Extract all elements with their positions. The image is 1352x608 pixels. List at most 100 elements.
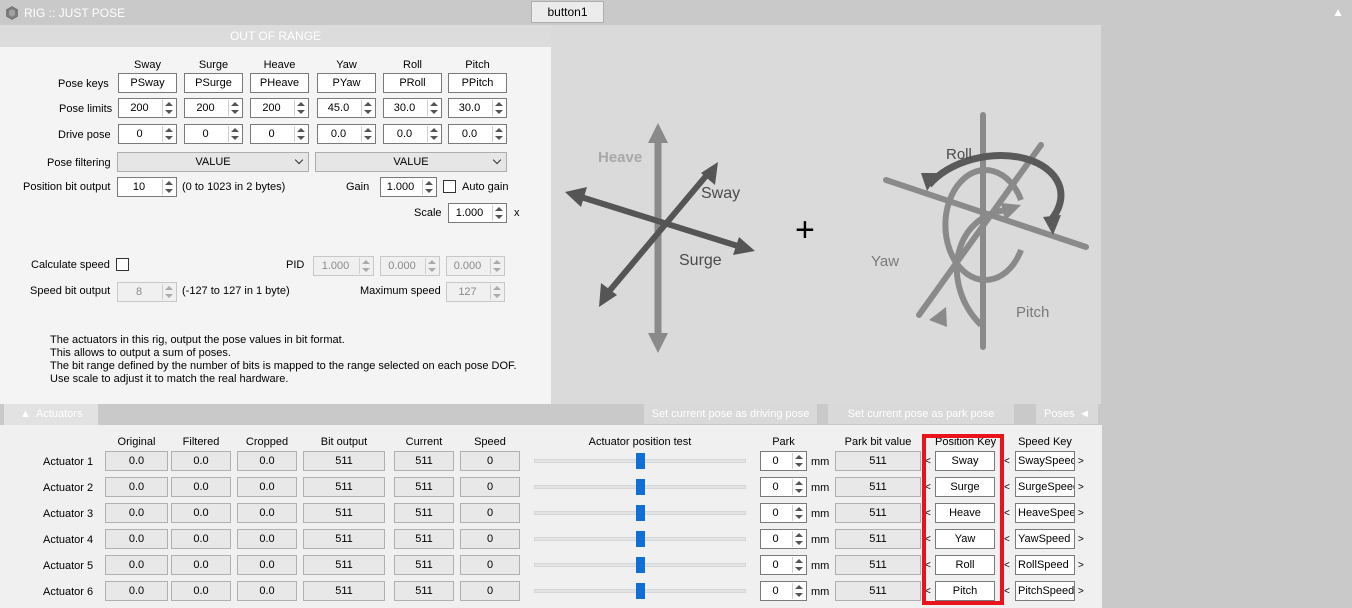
pid-i-stepper-value: 0.000 <box>388 260 416 272</box>
pid-d-stepper[interactable]: 0.000 <box>446 256 505 276</box>
pose-limit-stepper[interactable]: 200 <box>250 98 309 118</box>
gain-stepper-value: 1.000 <box>386 181 415 193</box>
spin-arrows-icon[interactable] <box>492 100 505 116</box>
spin-arrows-icon[interactable] <box>294 100 307 116</box>
calculate-speed-checkbox[interactable] <box>116 258 129 271</box>
park-stepper[interactable]: 0 <box>760 477 807 497</box>
spin-arrows-icon[interactable] <box>228 100 241 116</box>
spin-arrows-icon[interactable] <box>361 100 374 116</box>
spin-arrows-icon[interactable] <box>490 284 503 300</box>
spin-arrows-icon[interactable] <box>427 100 440 116</box>
position-bits-stepper[interactable]: 10 <box>117 177 177 197</box>
surge-label: Surge <box>679 252 722 269</box>
spin-arrows-icon[interactable] <box>792 531 805 547</box>
park-stepper[interactable]: 0 <box>760 555 807 575</box>
spin-arrows-icon[interactable] <box>422 179 435 195</box>
set-park-pose-button[interactable]: Set current pose as park pose <box>828 404 1014 424</box>
drive-pose-stepper[interactable]: 0 <box>250 124 309 144</box>
pose-filter-select-1[interactable]: VALUE <box>117 152 309 172</box>
park-stepper[interactable]: 0 <box>760 503 807 523</box>
spin-arrows-icon[interactable] <box>162 126 175 142</box>
speed-key-next-icon: > <box>1078 482 1084 493</box>
spin-arrows-icon[interactable] <box>492 126 505 142</box>
spin-arrows-icon[interactable] <box>162 284 175 300</box>
spin-arrows-icon[interactable] <box>162 179 175 195</box>
drive-pose-stepper[interactable]: 0 <box>184 124 243 144</box>
speed-key-field[interactable]: HeaveSpeed <box>1015 503 1075 523</box>
actuator-current-value: 511 <box>394 451 454 471</box>
button1[interactable]: button1 <box>531 1 604 23</box>
pid-p-stepper[interactable]: 1.000 <box>313 256 374 276</box>
speed-key-field[interactable]: RollSpeed <box>1015 555 1075 575</box>
pose-key-field[interactable]: PPitch <box>448 73 507 93</box>
drive-pose-stepper[interactable]: 0.0 <box>448 124 507 144</box>
actuator-filtered-value: 0.0 <box>171 477 231 497</box>
speed-key-field[interactable]: YawSpeed <box>1015 529 1075 549</box>
spin-arrows-icon[interactable] <box>490 258 503 274</box>
gain-label: Gain <box>346 181 370 193</box>
spin-arrows-icon[interactable] <box>792 479 805 495</box>
slider-thumb[interactable] <box>636 453 645 469</box>
drive-pose-stepper[interactable]: 0.0 <box>317 124 376 144</box>
auto-gain-checkbox[interactable] <box>443 180 456 193</box>
pid-i-stepper[interactable]: 0.000 <box>380 256 440 276</box>
speed-key-field[interactable]: SwaySpeed <box>1015 451 1075 471</box>
pose-key-field[interactable]: PSurge <box>184 73 243 93</box>
spin-arrows-icon[interactable] <box>359 258 372 274</box>
pose-limit-stepper[interactable]: 30.0 <box>448 98 507 118</box>
pose-key-field[interactable]: PRoll <box>383 73 442 93</box>
spin-arrows-icon[interactable] <box>792 557 805 573</box>
pose-limit-stepper[interactable]: 200 <box>118 98 177 118</box>
slider-thumb[interactable] <box>636 583 645 599</box>
pose-limit-stepper[interactable]: 45.0 <box>317 98 376 118</box>
spin-arrows-icon[interactable] <box>294 126 307 142</box>
spin-arrows-icon[interactable] <box>228 126 241 142</box>
actuator-filtered-value: 0.0 <box>171 581 231 601</box>
park-stepper[interactable]: 0 <box>760 581 807 601</box>
header-original: Original <box>117 436 156 448</box>
spin-arrows-icon[interactable] <box>427 126 440 142</box>
pose-key-field[interactable]: PSway <box>118 73 177 93</box>
speed-key-field[interactable]: PitchSpeed <box>1015 581 1075 601</box>
pose-key-field[interactable]: PHeave <box>250 73 309 93</box>
pose-limit-stepper-value: 30.0 <box>458 102 481 114</box>
actuators-tab[interactable]: ▲ Actuators <box>4 404 98 425</box>
actuator-original-value: 0.0 <box>105 503 168 523</box>
auto-gain-label: Auto gain <box>462 181 509 193</box>
park-unit: mm <box>811 534 830 546</box>
spin-arrows-icon[interactable] <box>425 258 438 274</box>
spin-arrows-icon[interactable] <box>492 205 505 221</box>
slider-thumb[interactable] <box>636 531 645 547</box>
actuator-speed-value: 0 <box>460 503 520 523</box>
slider-thumb[interactable] <box>636 505 645 521</box>
header-park-bit: Park bit value <box>844 436 912 448</box>
park-stepper[interactable]: 0 <box>760 529 807 549</box>
slider-thumb[interactable] <box>636 479 645 495</box>
slider-thumb[interactable] <box>636 557 645 573</box>
speed-key-prev-icon: < <box>1004 456 1010 467</box>
spin-arrows-icon[interactable] <box>792 583 805 599</box>
drive-pose-stepper[interactable]: 0.0 <box>383 124 442 144</box>
park-stepper[interactable]: 0 <box>760 451 807 471</box>
scale-stepper[interactable]: 1.000 <box>448 203 507 223</box>
spin-arrows-icon[interactable] <box>792 505 805 521</box>
speed-bits-stepper[interactable]: 8 <box>117 282 177 302</box>
dof-header-sway: Sway <box>134 59 161 71</box>
sway-label: Sway <box>701 185 740 202</box>
max-speed-stepper[interactable]: 127 <box>446 282 505 302</box>
drive-pose-stepper[interactable]: 0 <box>118 124 177 144</box>
set-driving-pose-button[interactable]: Set current pose as driving pose <box>644 404 817 424</box>
speed-key-field[interactable]: SurgeSpeed <box>1015 477 1075 497</box>
pose-filter-select-2[interactable]: VALUE <box>315 152 507 172</box>
pose-limit-stepper[interactable]: 200 <box>184 98 243 118</box>
spin-arrows-icon[interactable] <box>792 453 805 469</box>
gain-stepper[interactable]: 1.000 <box>380 177 437 197</box>
spin-arrows-icon[interactable] <box>162 100 175 116</box>
spin-arrows-icon[interactable] <box>361 126 374 142</box>
collapse-up-icon[interactable]: ▲ <box>1332 5 1344 19</box>
header-park: Park <box>772 436 795 448</box>
pose-limit-stepper[interactable]: 30.0 <box>383 98 442 118</box>
poses-tab[interactable]: Poses ◄ <box>1036 404 1098 424</box>
pose-key-field[interactable]: PYaw <box>317 73 376 93</box>
roll-label: Roll <box>946 146 972 163</box>
